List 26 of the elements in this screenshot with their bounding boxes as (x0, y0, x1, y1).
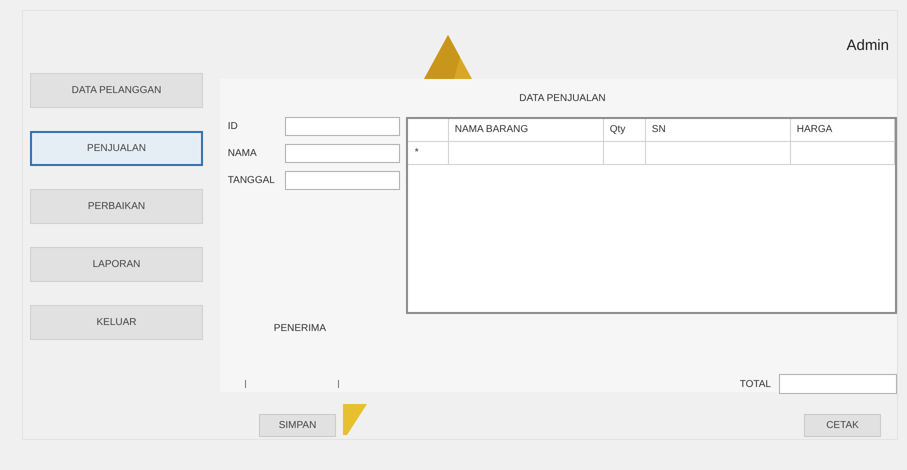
input-field[interactable] (284, 117, 400, 136)
print-button[interactable]: CETAK (804, 414, 881, 437)
nav-button[interactable]: DATA PELANGGAN (30, 73, 203, 108)
column-header[interactable]: SN (646, 119, 791, 141)
field-label: ID (228, 120, 239, 134)
column-header[interactable]: HARGA (790, 119, 895, 141)
field-label: TANGGAL (228, 174, 276, 188)
receiver-label: PENERIMA (274, 323, 326, 334)
logo-icon (424, 35, 472, 79)
stripe-icon (343, 404, 367, 435)
nav-button[interactable]: LAPORAN (30, 247, 203, 282)
nav-button[interactable]: PENJUALAN (30, 131, 203, 166)
field-label: NAMA (228, 147, 258, 161)
input-field[interactable] (284, 144, 400, 163)
panel-title: DATA PENJUALAN (519, 92, 606, 106)
tick-mark (338, 380, 339, 388)
nav-button[interactable]: PERBAIKAN (30, 189, 203, 224)
input-field[interactable] (284, 171, 400, 190)
total-label: TOTAL (740, 378, 771, 390)
nav-button[interactable]: KELUAR (30, 305, 203, 340)
user-name: Admin (846, 37, 889, 54)
column-header[interactable]: Qty (604, 119, 646, 141)
column-header[interactable]: NAMA BARANG (448, 119, 604, 141)
save-button[interactable]: SIMPAN (259, 414, 336, 437)
total-field[interactable] (779, 374, 897, 394)
tick-mark (244, 380, 246, 388)
